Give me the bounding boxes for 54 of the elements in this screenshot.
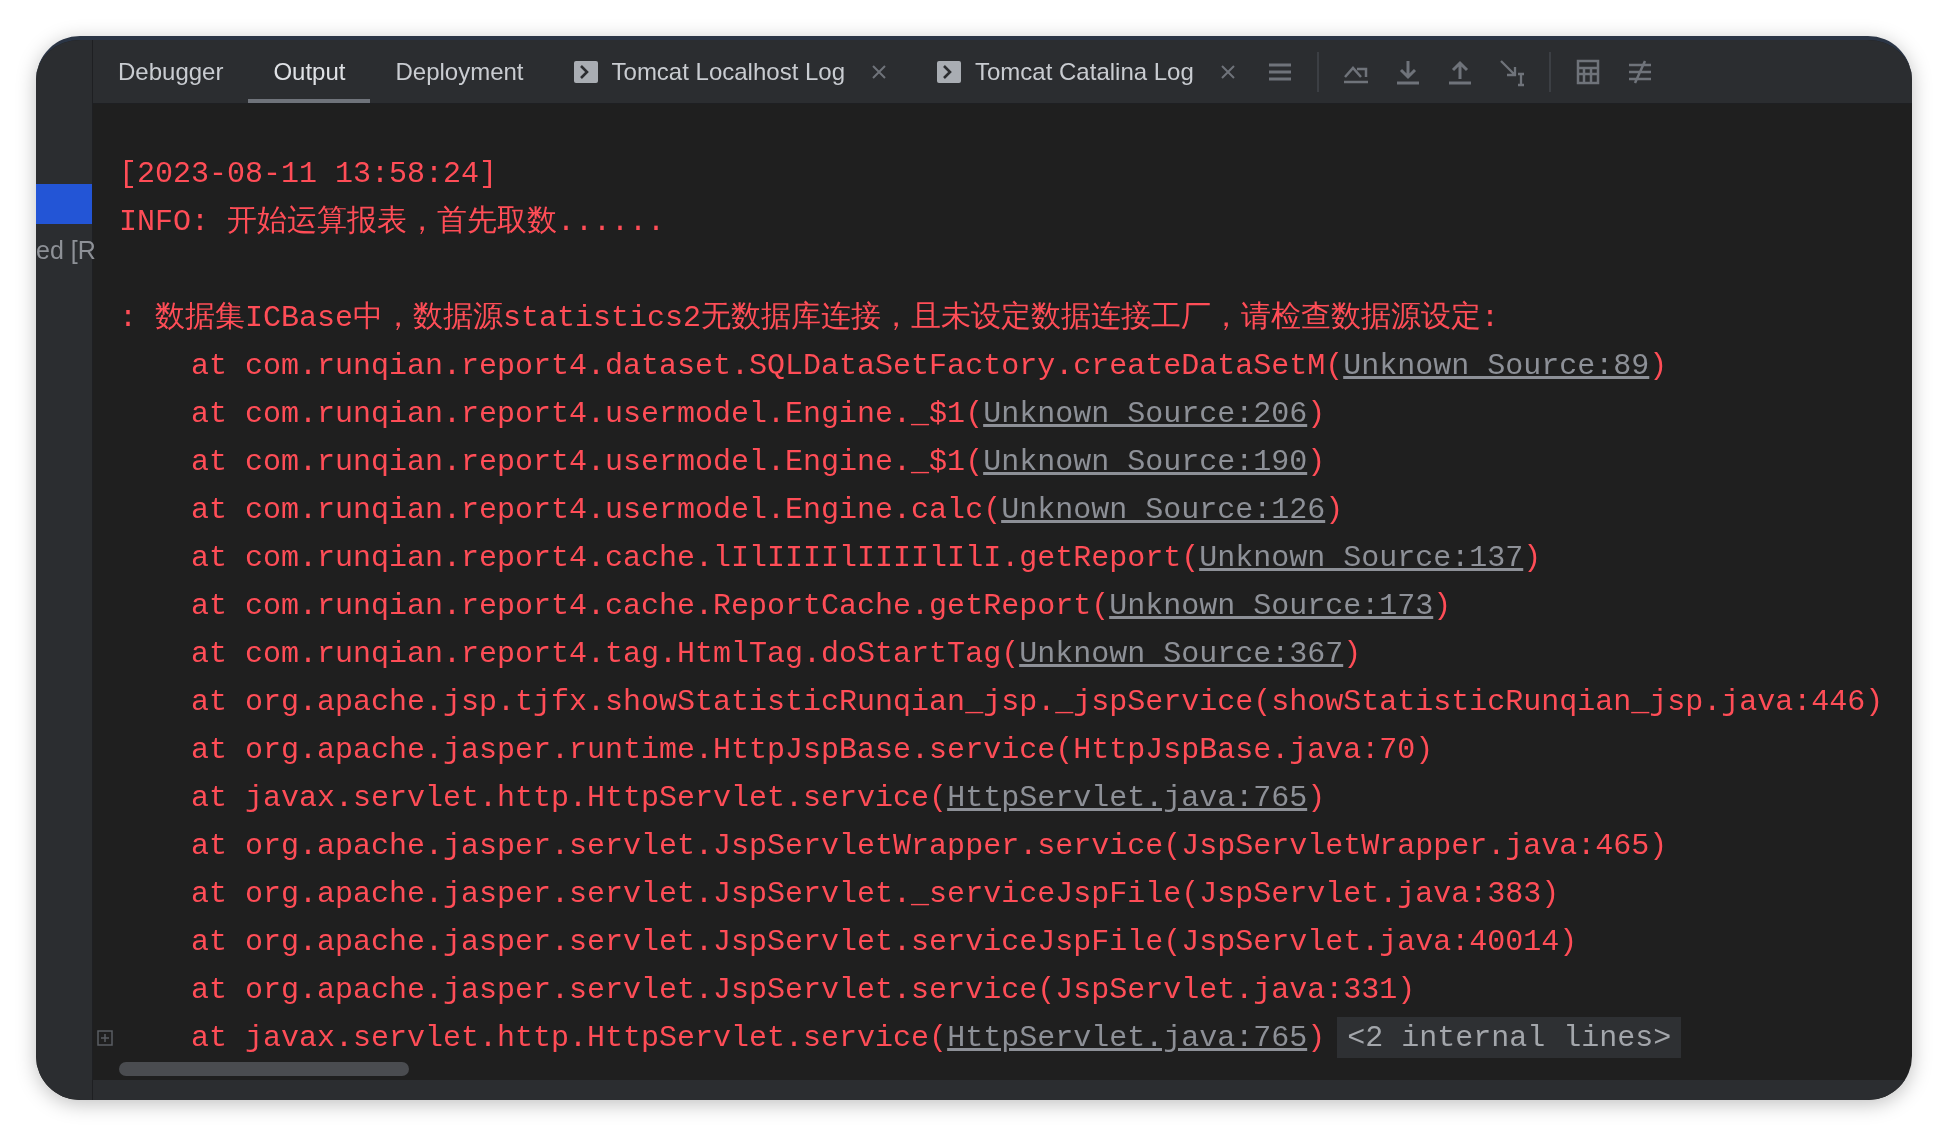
log-text: at org.apache.jasper.servlet.JspServletWrapper.service(JspServletWrapper.java:465) (191, 827, 1668, 865)
expand-icon[interactable] (97, 1030, 113, 1046)
log-text: ) (1307, 779, 1326, 817)
log-text: at javax.servlet.http.HttpServlet.service( (191, 779, 948, 817)
log-text: at org.apache.jasper.runtime.HttpJspBase.service(HttpJspBase.java:70) (191, 731, 1434, 769)
log-text: at javax.servlet.http.HttpServlet.service( (191, 1019, 948, 1057)
log-text: at org.apache.jasper.servlet.JspServlet.serviceJspFile(JspServlet.java:40014) (191, 923, 1578, 961)
selected-row-highlight (36, 184, 92, 224)
source-link[interactable]: Unknown Source:137 (1199, 535, 1524, 581)
log-text: ) (1343, 635, 1362, 673)
log-text: at org.apache.jsp.tjfx.showStatisticRunqian_jsp._jspService(showStatisticRunqian_jsp.java:446) (191, 683, 1884, 721)
source-link[interactable]: Unknown Source:206 (983, 391, 1308, 437)
log-text: : 数据集ICBase中，数据源statistics2无数据库连接，且未设定数据连接工厂，请检查数据源设定: (119, 299, 1500, 337)
log-text: at com.runqian.report4.usermodel.Engine._$1( (191, 443, 984, 481)
source-link[interactable]: Unknown Source:173 (1109, 583, 1434, 629)
log-text: ) (1307, 395, 1326, 433)
tab[interactable]: Deployment (370, 40, 549, 103)
horizontal-scrollbar[interactable] (119, 1062, 409, 1076)
tab-label: Output (273, 56, 346, 87)
log-text: ) (1307, 1019, 1326, 1057)
close-icon[interactable] (871, 63, 887, 80)
log-text: [2023-08-11 13:58:24] (119, 155, 498, 193)
tab[interactable]: Tomcat Localhost Log (548, 40, 912, 103)
tab-label: Debugger (118, 56, 224, 87)
log-text: ) (1325, 491, 1344, 529)
source-link[interactable]: Unknown Source:190 (983, 439, 1308, 485)
log-text: at com.runqian.report4.cache.ReportCache.getReport( (191, 587, 1110, 625)
tab[interactable]: Output (248, 40, 371, 103)
log-text: ) (1649, 347, 1668, 385)
source-link[interactable]: Unknown Source:89 (1343, 343, 1650, 389)
log-text: ) (1523, 539, 1542, 577)
log-text: at org.apache.jasper.servlet.JspServlet.service(JspServlet.java:331) (191, 971, 1416, 1009)
tab-label: Tomcat Localhost Log (611, 56, 845, 87)
tab[interactable]: Tomcat Catalina Log (912, 40, 1261, 103)
log-text: at com.runqian.report4.dataset.SQLDataSetFactory.createDataSetM( (191, 347, 1344, 385)
tab-label: Tomcat Catalina Log (975, 56, 1194, 87)
log-text: at com.runqian.report4.usermodel.Engine.calc( (191, 491, 1002, 529)
folded-lines-label[interactable]: <2 internal lines> (1337, 1017, 1682, 1058)
log-text: ) (1433, 587, 1452, 625)
log-text: INFO: 开始运算报表，首先取数...... (119, 203, 666, 241)
log-text: at com.runqian.report4.cache.lIlIIIIlIIIIlIlI.getReport( (191, 539, 1200, 577)
tab[interactable]: Debugger (93, 40, 249, 103)
close-icon[interactable] (1219, 63, 1236, 80)
source-link[interactable]: Unknown Source:126 (1001, 487, 1326, 533)
source-link[interactable]: Unknown Source:367 (1019, 631, 1344, 677)
log-text: at com.runqian.report4.usermodel.Engine._$1( (191, 395, 984, 433)
source-link[interactable]: HttpServlet.java:765 (947, 1015, 1308, 1058)
log-text: at com.runqian.report4.tag.HtmlTag.doStartTag( (191, 635, 1020, 673)
log-text: ) (1307, 443, 1326, 481)
log-text: at org.apache.jasper.servlet.JspServlet._serviceJspFile(JspServlet.java:383) (191, 875, 1560, 913)
tab-label: Deployment (395, 56, 524, 87)
terminal-icon (573, 60, 598, 83)
source-link[interactable]: HttpServlet.java:765 (947, 775, 1308, 821)
terminal-icon (937, 60, 961, 83)
